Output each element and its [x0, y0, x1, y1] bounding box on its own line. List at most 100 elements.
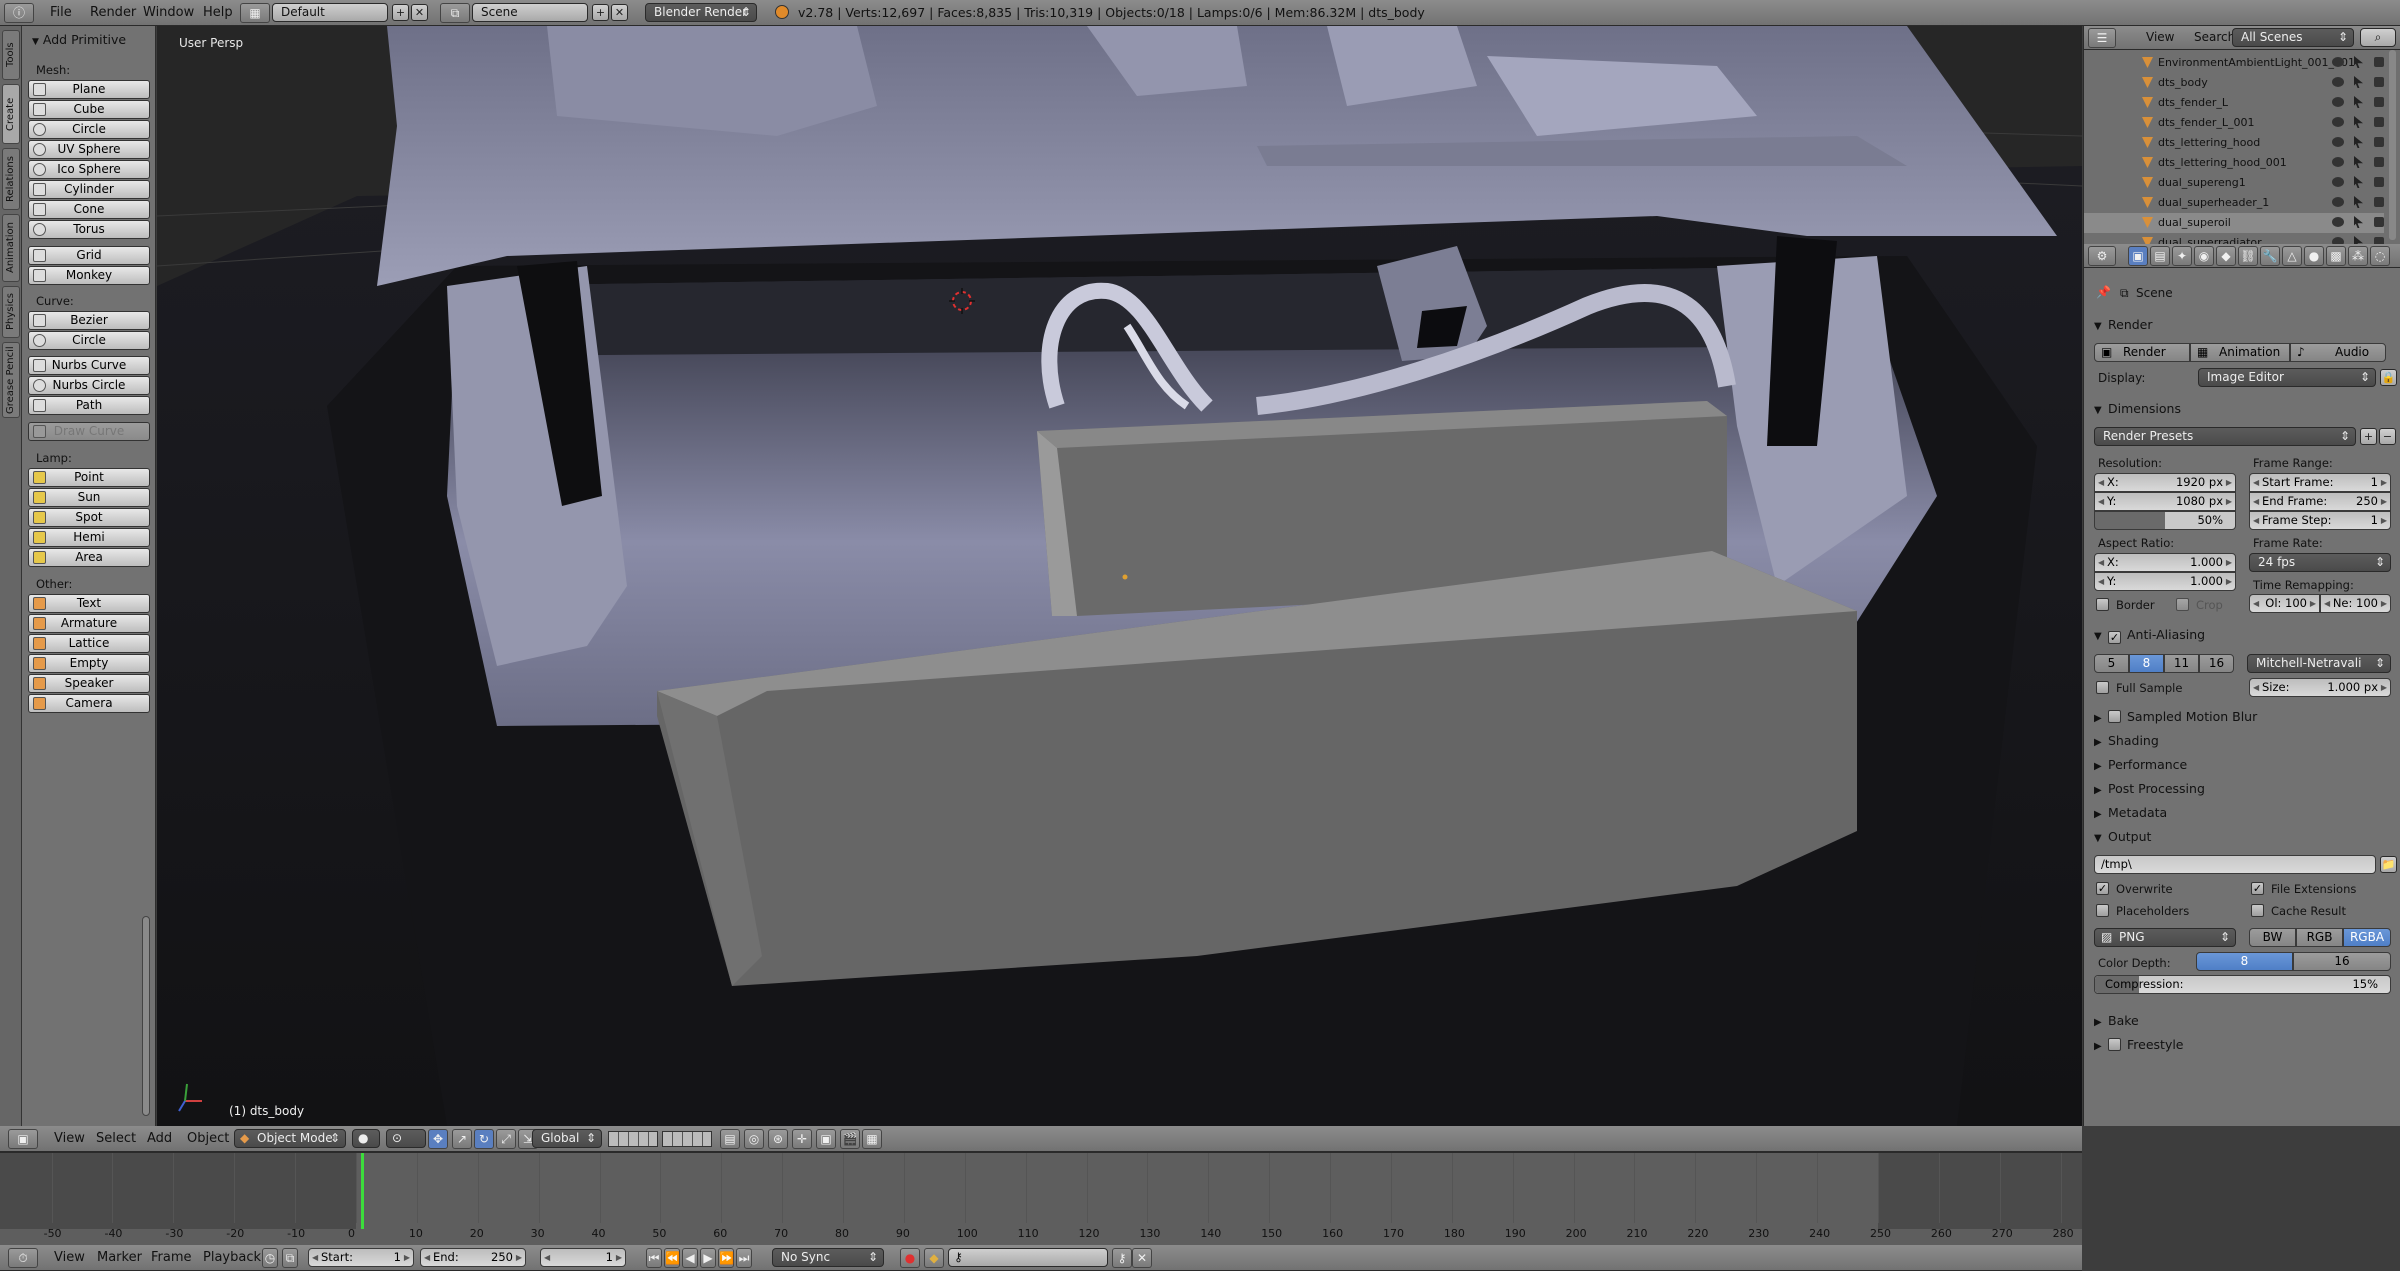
outliner-item[interactable]: dts_lettering_hood_001	[2084, 153, 2384, 173]
jump-keyframe-forward-icon[interactable]: ⏩	[718, 1248, 734, 1268]
add-area-lamp-button[interactable]: Area	[28, 548, 150, 567]
menu-help[interactable]: Help	[203, 5, 233, 20]
timeline-menu-view[interactable]: View	[54, 1250, 85, 1265]
post-processing-panel-header[interactable]: ▶ Post Processing	[2094, 781, 2205, 796]
outliner-menu-search[interactable]: Search	[2194, 30, 2235, 44]
color-mode-rgba[interactable]: RGBA	[2343, 928, 2391, 947]
add-plane-button[interactable]: Plane	[28, 80, 150, 99]
bake-panel-header[interactable]: ▶ Bake	[2094, 1013, 2139, 1028]
render-camera-icon[interactable]	[2374, 77, 2384, 87]
scale-manipulator-icon[interactable]: ⤢	[496, 1129, 516, 1149]
outliner-item[interactable]: dts_fender_L	[2084, 93, 2384, 113]
viewport-menu-view[interactable]: View	[54, 1131, 85, 1146]
eye-icon[interactable]	[2332, 77, 2344, 87]
add-armature-button[interactable]: Armature	[28, 614, 150, 633]
viewport-shading-dropdown[interactable]: ●	[352, 1129, 380, 1148]
modifiers-icon[interactable]: 🔧	[2260, 246, 2280, 266]
timeline-end-field[interactable]: ◀ End: 250 ▶	[420, 1248, 526, 1267]
add-point-lamp-button[interactable]: Point	[28, 468, 150, 487]
metadata-panel-header[interactable]: ▶ Metadata	[2094, 805, 2167, 820]
proportional-edit-icon[interactable]: ◎	[744, 1129, 764, 1149]
toolshelf-scrollbar[interactable]	[142, 916, 150, 1116]
render-image-button[interactable]: ▣ Render	[2094, 343, 2190, 362]
cursor-select-icon[interactable]	[2354, 156, 2363, 168]
cursor-select-icon[interactable]	[2354, 196, 2363, 208]
physics-context-icon[interactable]: ◌	[2370, 246, 2390, 266]
add-scene-button[interactable]: +	[592, 4, 609, 21]
color-depth-16[interactable]: 16	[2293, 952, 2391, 971]
menu-render[interactable]: Render	[90, 5, 136, 20]
shading-panel-header[interactable]: ▶ Shading	[2094, 733, 2159, 748]
remap-new-field[interactable]: ◀ Ne: 100 ▶	[2320, 594, 2391, 613]
anti-aliasing-checkbox[interactable]: ✓	[2108, 631, 2121, 644]
add-nurbs-curve-button[interactable]: Nurbs Curve	[28, 356, 150, 375]
menu-file[interactable]: File	[50, 5, 72, 20]
cursor-select-icon[interactable]	[2354, 96, 2363, 108]
opengl-animation-icon[interactable]: ▦	[862, 1129, 882, 1149]
add-layout-button[interactable]: +	[392, 4, 409, 21]
render-camera-icon[interactable]	[2374, 57, 2384, 67]
outliner-item[interactable]: dts_lettering_hood	[2084, 133, 2384, 153]
add-sun-lamp-button[interactable]: Sun	[28, 488, 150, 507]
snap-toggle-icon[interactable]: ⊛	[768, 1129, 788, 1149]
viewport-menu-object[interactable]: Object	[187, 1131, 229, 1146]
transform-orientation-dropdown[interactable]: Global ⇕	[532, 1129, 602, 1148]
jump-keyframe-back-icon[interactable]: ⏪	[664, 1248, 680, 1268]
compression-slider[interactable]: Compression: 15%	[2094, 975, 2391, 994]
border-checkbox[interactable]	[2096, 598, 2109, 611]
viewport-menu-add[interactable]: Add	[147, 1131, 172, 1146]
add-uv-sphere-button[interactable]: UV Sphere	[28, 140, 150, 159]
timeline-menu-frame[interactable]: Frame	[151, 1250, 192, 1265]
aspect-y-field[interactable]: ◀ Y: 1.000 ▶	[2094, 572, 2236, 591]
add-path-button[interactable]: Path	[28, 396, 150, 415]
render-camera-icon[interactable]	[2374, 177, 2384, 187]
constraints-icon[interactable]: ⛓	[2238, 246, 2258, 266]
rotate-manipulator-icon[interactable]: ↻	[474, 1129, 494, 1149]
eye-icon[interactable]	[2332, 177, 2344, 187]
motion-blur-checkbox[interactable]	[2108, 710, 2121, 723]
data-context-icon[interactable]: △	[2282, 246, 2302, 266]
aspect-x-field[interactable]: ◀ X: 1.000 ▶	[2094, 553, 2236, 572]
render-camera-icon[interactable]	[2374, 97, 2384, 107]
end-frame-field[interactable]: ◀ End Frame: 250 ▶	[2249, 492, 2391, 511]
keying-set-icon[interactable]: ◆	[924, 1248, 944, 1268]
lock-time-icon[interactable]: ⧉	[282, 1248, 298, 1268]
outliner-item[interactable]: EnvironmentAmbientLight_001_001	[2084, 53, 2384, 73]
timeline-menu-playback[interactable]: Playback	[203, 1250, 261, 1265]
tab-physics[interactable]: Physics	[2, 286, 20, 338]
outliner-search-field[interactable]: ⌕	[2360, 28, 2396, 47]
display-dropdown[interactable]: Image Editor ⇕	[2198, 368, 2376, 387]
tab-relations[interactable]: Relations	[2, 148, 20, 210]
add-cylinder-button[interactable]: Cylinder	[28, 180, 150, 199]
crop-checkbox[interactable]	[2176, 598, 2189, 611]
resolution-percentage-slider[interactable]: 50%	[2094, 511, 2236, 530]
cursor-select-icon[interactable]	[2354, 136, 2363, 148]
sync-mode-dropdown[interactable]: No Sync ⇕	[772, 1248, 884, 1267]
cursor-select-icon[interactable]	[2354, 216, 2363, 228]
color-mode-bw[interactable]: BW	[2249, 928, 2296, 947]
eye-icon[interactable]	[2332, 137, 2344, 147]
timeline-start-field[interactable]: ◀ Start: 1 ▶	[308, 1248, 414, 1267]
eye-icon[interactable]	[2332, 97, 2344, 107]
add-cube-button[interactable]: Cube	[28, 100, 150, 119]
material-context-icon[interactable]: ●	[2304, 246, 2324, 266]
object-context-icon[interactable]: ◆	[2216, 246, 2236, 266]
render-panel-header[interactable]: ▼ Render	[2094, 317, 2153, 332]
aa-size-field[interactable]: ◀ Size: 1.000 px ▶	[2249, 678, 2391, 697]
viewport-editor-icon[interactable]: ▣	[8, 1129, 38, 1149]
snap-element-icon[interactable]: ✛	[792, 1129, 812, 1149]
tab-tools[interactable]: Tools	[2, 30, 20, 80]
freestyle-checkbox[interactable]	[2108, 1038, 2121, 1051]
output-path-field[interactable]: /tmp\	[2094, 855, 2376, 874]
outliner-item[interactable]: dts_fender_L_001	[2084, 113, 2384, 133]
add-grid-button[interactable]: Grid	[28, 246, 150, 265]
tab-grease-pencil[interactable]: Grease Pencil	[2, 342, 20, 418]
lock-camera-icon[interactable]: ▤	[720, 1129, 740, 1149]
render-camera-icon[interactable]	[2374, 197, 2384, 207]
layer-buttons-group-2[interactable]	[662, 1131, 712, 1147]
add-primitive-header[interactable]: ▼ Add Primitive	[32, 32, 126, 47]
performance-panel-header[interactable]: ▶ Performance	[2094, 757, 2187, 772]
add-nurbs-circle-button[interactable]: Nurbs Circle	[28, 376, 150, 395]
add-curve-circle-button[interactable]: Circle	[28, 331, 150, 350]
render-audio-button[interactable]: ♪ Audio	[2290, 343, 2386, 362]
